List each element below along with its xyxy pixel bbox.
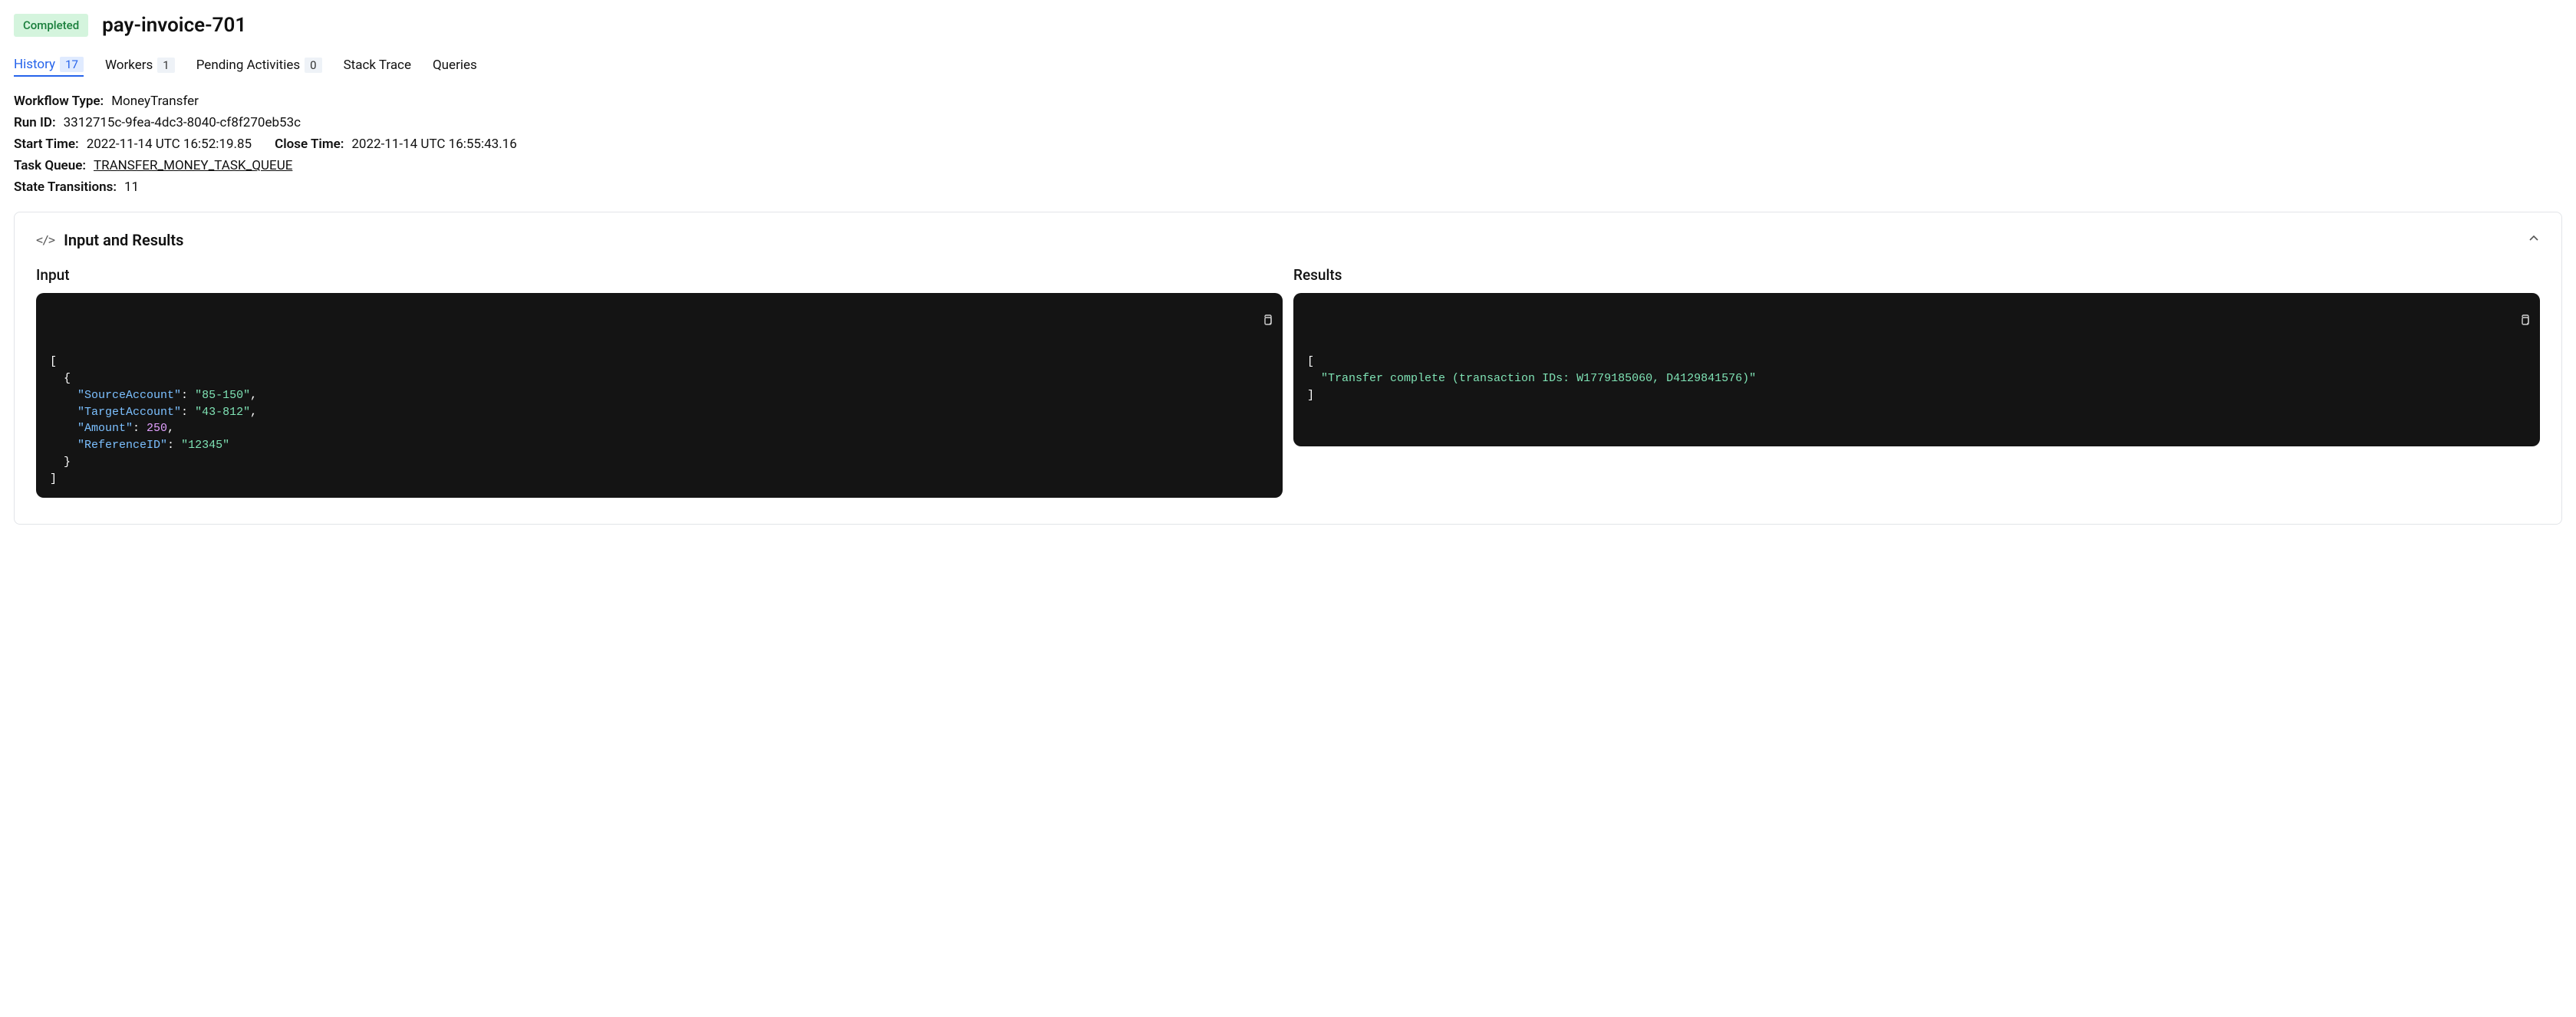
tab-history[interactable]: History 17 — [14, 57, 84, 77]
input-code-block: [ { "SourceAccount": "85-150", "TargetAc… — [36, 293, 1283, 498]
tab-count: 0 — [305, 58, 321, 73]
state-transitions-label: State Transitions: — [14, 179, 117, 195]
tab-label: Workers — [105, 58, 153, 73]
results-code-block: [ "Transfer complete (transaction IDs: W… — [1293, 293, 2540, 446]
header-row: Completed pay-invoice-701 — [14, 14, 2562, 37]
tab-label: History — [14, 57, 55, 72]
start-time-label: Start Time: — [14, 137, 79, 152]
copy-results-button[interactable] — [2486, 301, 2531, 342]
workflow-type-value: MoneyTransfer — [111, 94, 199, 109]
tab-stack-trace[interactable]: Stack Trace — [344, 57, 411, 77]
tab-label: Stack Trace — [344, 58, 411, 73]
start-time-value: 2022-11-14 UTC 16:52:19.85 — [87, 137, 252, 152]
tabs: History 17 Workers 1 Pending Activities 0 Stac… — [14, 57, 2562, 77]
copy-input-button[interactable] — [1229, 301, 1273, 342]
status-badge: Completed — [14, 14, 88, 37]
run-id-value: 3312715c-9fea-4dc3-8040-cf8f270eb53c — [64, 115, 301, 130]
code-icon: </> — [36, 233, 54, 247]
tab-label: Queries — [433, 58, 477, 73]
workflow-type-label: Workflow Type: — [14, 94, 104, 109]
task-queue-label: Task Queue: — [14, 158, 86, 173]
close-time-label: Close Time: — [275, 137, 344, 152]
input-column: Input [ { "SourceAccount": "85-150", "Ta… — [36, 266, 1283, 498]
tab-queries[interactable]: Queries — [433, 57, 477, 77]
panel-title: Input and Results — [64, 231, 183, 249]
input-results-panel: </> Input and Results Input [ { "SourceA… — [14, 212, 2562, 525]
tab-workers[interactable]: Workers 1 — [105, 57, 175, 77]
workflow-meta: Workflow Type: MoneyTransfer Run ID: 331… — [14, 94, 2562, 195]
input-heading: Input — [36, 266, 1283, 284]
tab-count: 1 — [157, 58, 174, 73]
results-heading: Results — [1293, 266, 2540, 284]
tab-label: Pending Activities — [196, 58, 300, 73]
tab-pending-activities[interactable]: Pending Activities 0 — [196, 57, 322, 77]
page-title: pay-invoice-701 — [102, 14, 246, 37]
state-transitions-value: 11 — [124, 179, 139, 195]
panel-header: </> Input and Results — [36, 231, 2540, 249]
collapse-toggle-icon[interactable] — [2528, 232, 2540, 248]
task-queue-link[interactable]: TRANSFER_MONEY_TASK_QUEUE — [94, 158, 292, 173]
close-time-value: 2022-11-14 UTC 16:55:43.16 — [351, 137, 516, 152]
tab-count: 17 — [60, 57, 84, 72]
results-column: Results [ "Transfer complete (transactio… — [1293, 266, 2540, 498]
run-id-label: Run ID: — [14, 115, 56, 130]
